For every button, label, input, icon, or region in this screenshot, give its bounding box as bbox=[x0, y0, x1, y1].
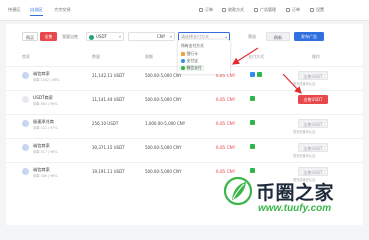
watermark-title: 币圈之家 bbox=[256, 182, 335, 204]
watermark-leaf-logo bbox=[224, 176, 252, 206]
watermark-url: www.tuufy.com bbox=[258, 203, 332, 214]
arrow-to-wechat-option bbox=[231, 47, 259, 65]
arrow-to-sell-button bbox=[282, 73, 302, 94]
